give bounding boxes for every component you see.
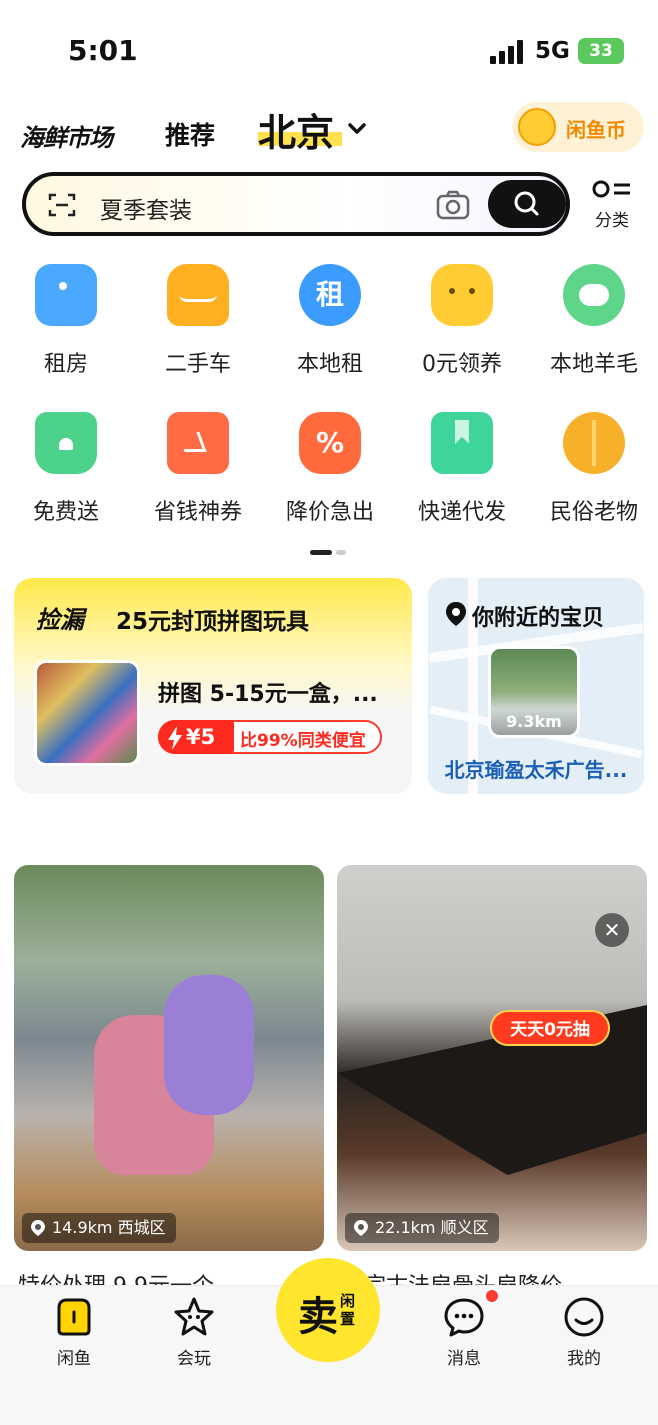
close-icon[interactable]: ✕ [595,913,629,947]
location-badge: 22.1km 顺义区 [345,1213,499,1243]
gift-basket-icon [35,412,97,474]
coupon-icon [167,412,229,474]
battery-icon: 33 [578,38,624,64]
grid-label: 二手车 [164,352,231,377]
coin-icon [518,108,556,146]
grid-label: 0元领养 [422,352,502,377]
top-header: 海鲜市场 推荐 北京 闲鱼币 [0,100,658,160]
grid-item-price-drop[interactable]: % 降价急出 [270,412,390,526]
grid-label: 免费送 [32,500,99,525]
local-rent-icon: 租 [299,264,361,326]
location-text: 22.1km 顺义区 [375,1218,489,1237]
nav-label: 消息 [447,1349,481,1369]
tab-seafood-market[interactable]: 海鲜市场 [20,118,113,153]
grid-label: 民俗老物 [549,500,638,525]
category-icon [592,180,630,198]
grid-item-adopt[interactable]: 0元领养 [402,264,522,378]
message-icon [443,1296,485,1338]
category-button[interactable]: 分类 [590,178,634,231]
tab-recommend[interactable]: 推荐 [165,116,215,152]
used-car-icon [167,264,229,326]
grid-label: 省钱神券 [153,500,242,525]
nearby-place: 北京瑜盈太禾广告... [444,758,628,782]
nav-label: 闲鱼 [57,1349,91,1369]
grid-label: 本地羊毛 [549,352,638,377]
nearby-card[interactable]: 你附近的宝贝 9.3km 北京瑜盈太禾广告... [428,578,644,794]
status-bar: 5:01 5G 33 [0,0,658,96]
search-button[interactable] [488,180,566,228]
rent-house-icon [35,264,97,326]
puzzle-thumbnail [34,660,140,766]
nav-label: 会玩 [177,1349,211,1369]
network-type: 5G [535,38,570,64]
feed-item-kettlebell[interactable]: 14.9km 西城区 [14,865,324,1251]
discount-icon: % [299,412,361,474]
page-dot-active [310,550,332,555]
bargain-tag: 捡漏 [36,606,84,634]
search-input[interactable]: 夏季套装 [100,191,192,225]
nav-home[interactable]: 闲鱼 [34,1296,114,1369]
grid-item-free-gift[interactable]: 免费送 [6,412,126,526]
grid-item-sheep[interactable]: 本地羊毛 [534,264,654,378]
grid-item-folk[interactable]: 民俗老物 [534,412,654,526]
search-icon [514,191,539,216]
bargain-card[interactable]: 捡漏 25元封顶拼图玩具 拼图 5-15元一盒，... ¥5 比99%同类便宜 [14,578,412,794]
cat-adopt-icon [431,264,493,326]
search-bar[interactable]: 夏季套装 [22,172,570,236]
sell-sub-label: 闲置 [340,1292,356,1328]
notification-badge [484,1288,500,1304]
grid-label: 降价急出 [285,500,374,525]
location-pin-icon [446,602,466,626]
lightning-icon [168,726,182,750]
daily-lottery-badge[interactable]: 天天0元抽 [490,1010,610,1046]
grid-label: 租房 [43,352,88,377]
sell-button[interactable]: 卖 闲置 [276,1258,380,1362]
status-time: 5:01 [68,34,138,67]
page-dot [336,550,346,555]
scan-icon[interactable] [48,192,76,218]
location-pin-icon [354,1220,368,1236]
nearby-distance: 9.3km [506,712,562,731]
grid-label: 本地租 [296,352,363,377]
camera-icon[interactable] [436,190,470,220]
city-label: 北京 [258,111,335,155]
nav-play[interactable]: 会玩 [154,1296,234,1369]
bargain-item-desc: 拼图 5-15元一盒，... [158,682,378,707]
signal-icon [490,40,526,64]
lantern-icon [563,412,625,474]
nav-me[interactable]: 我的 [544,1296,624,1369]
sell-label: 卖 [298,1294,338,1340]
home-icon [53,1296,95,1338]
parcel-icon [431,412,493,474]
bargain-title: 25元封顶拼图玩具 [116,609,310,635]
price-compare: 比99%同类便宜 [240,731,366,751]
xianyu-coin-button[interactable]: 闲鱼币 [512,102,644,152]
location-text: 14.9km 西城区 [52,1218,166,1237]
tab-city[interactable]: 北京 [258,102,342,157]
sheep-icon [563,264,625,326]
nav-messages[interactable]: 消息 [424,1296,504,1369]
grid-item-used-car[interactable]: 二手车 [138,264,258,378]
nav-label: 我的 [567,1349,601,1369]
page-indicator [310,550,350,556]
coin-label: 闲鱼币 [566,118,626,142]
location-pin-icon [31,1220,45,1236]
chevron-down-icon[interactable] [346,118,368,140]
nearby-title: 你附近的宝贝 [472,606,605,631]
grid-item-coupon[interactable]: 省钱神券 [138,412,258,526]
star-face-icon [173,1296,215,1338]
grid-item-local-rent[interactable]: 租 本地租 [270,264,390,378]
category-label: 分类 [595,211,629,231]
grid-item-rent[interactable]: 租房 [6,264,126,378]
grid-label: 快递代发 [417,500,506,525]
purple-kettlebell-image [164,975,254,1115]
price-tag: ¥5 比99%同类便宜 [158,720,382,754]
location-badge: 14.9km 西城区 [22,1213,176,1243]
grid-item-parcel[interactable]: 快递代发 [402,412,522,526]
profile-icon [563,1296,605,1338]
